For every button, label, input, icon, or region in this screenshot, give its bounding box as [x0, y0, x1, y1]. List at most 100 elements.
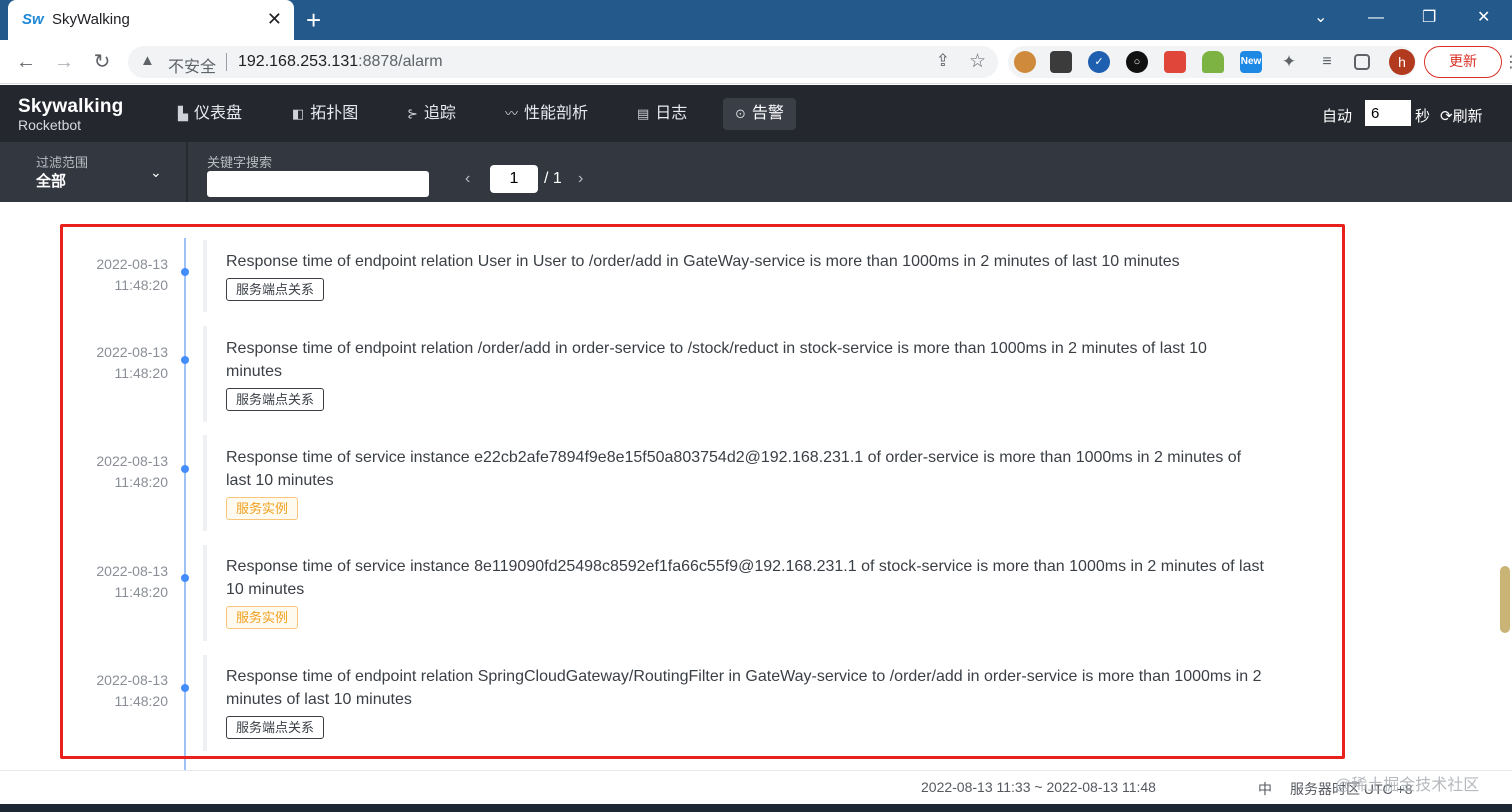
tab-search-icon[interactable]: ⌄: [1314, 8, 1327, 28]
app-footer: 2022-08-13 11:33 ~ 2022-08-13 11:48 中 服务…: [0, 770, 1512, 804]
nav-alarm-label: 告警: [751, 105, 784, 122]
forward-button[interactable]: →: [50, 48, 78, 76]
puzzle-icon[interactable]: ✦: [1278, 51, 1300, 73]
auto-refresh-unit: 秒: [1415, 108, 1431, 125]
logo-subtitle: Rocketbot: [18, 117, 82, 133]
minimize-button[interactable]: —: [1368, 8, 1384, 28]
reload-button[interactable]: ↻: [88, 48, 116, 76]
scope-tag: 服务端点关系: [226, 716, 325, 739]
skywalking-favicon-icon: Sw: [22, 11, 44, 28]
address-bar[interactable]: ▲ 不安全 192.168.253.131:8878/alarm ⇪ ☆: [128, 46, 998, 78]
alarm-message: Response time of service instance e22cb2…: [226, 449, 1242, 489]
alarm-item-bar: [203, 655, 207, 751]
android-icon[interactable]: [1202, 51, 1224, 73]
auto-refresh-label: 自动: [1322, 108, 1353, 125]
alarm-time: 11:48:20: [114, 584, 168, 600]
new-badge-icon[interactable]: New: [1240, 51, 1262, 73]
alarm-date: 2022-08-13: [96, 672, 168, 688]
prev-page-icon[interactable]: ‹: [465, 170, 470, 188]
nav-log-label: 日志: [655, 105, 688, 122]
refresh-label: 刷新: [1452, 108, 1483, 125]
restore-button[interactable]: ❐: [1422, 8, 1436, 28]
alarm-list: 2022-08-13 11:48:20 Response time of endp…: [0, 202, 1512, 771]
logo-title: Skywalking: [18, 96, 124, 117]
nav-profile[interactable]: 〰性能剖析: [493, 98, 600, 130]
alarm-message: Response time of endpoint relation Sprin…: [226, 668, 1262, 708]
alarm-time: 11:48:20: [114, 693, 168, 709]
chevron-down-icon[interactable]: ⌄: [150, 164, 162, 181]
sidepanel-icon[interactable]: [1354, 54, 1370, 70]
share-icon[interactable]: ⇪: [936, 51, 950, 71]
alarm-timestamp: 2022-08-13 11:48:20: [60, 451, 168, 493]
nav-topology-label: 拓扑图: [310, 105, 359, 122]
nav-profile-label: 性能剖析: [524, 105, 589, 122]
url-text[interactable]: 192.168.253.131:8878/alarm: [238, 53, 443, 71]
scrollbar-thumb[interactable]: [1500, 566, 1510, 633]
close-window-button[interactable]: ✕: [1477, 8, 1490, 28]
page-number-input[interactable]: [490, 165, 538, 193]
scope-tag: 服务实例: [226, 497, 299, 520]
cube-icon[interactable]: [1164, 51, 1186, 73]
refresh-button[interactable]: ⟳刷新: [1440, 105, 1483, 126]
alarm-message: Response time of service instance 8e1190…: [226, 558, 1264, 598]
alarm-date: 2022-08-13: [96, 344, 168, 360]
dashboard-icon: ▙: [178, 106, 188, 121]
auto-refresh-interval-input[interactable]: [1365, 100, 1411, 126]
alarm-item-bar: [203, 240, 207, 312]
alarm-timestamp: 2022-08-13 11:48:20: [60, 670, 168, 712]
alarm-time: 11:48:20: [114, 365, 168, 381]
cookie-icon[interactable]: [1014, 51, 1036, 73]
nav-trace-label: 追踪: [423, 105, 456, 122]
profile-avatar[interactable]: h: [1389, 49, 1415, 75]
update-button[interactable]: 更新: [1424, 46, 1502, 78]
time-range[interactable]: 2022-08-13 11:33 ~ 2022-08-13 11:48: [921, 779, 1156, 795]
browser-menu-icon[interactable]: ⋮: [1503, 52, 1512, 72]
alarm-item-bar: [203, 435, 207, 531]
extensions-area: ✓ ○ New ✦ ≡: [1008, 46, 1416, 78]
browser-toolbar: ← → ↻ ▲ 不安全 192.168.253.131:8878/alarm ⇪…: [0, 40, 1512, 84]
url-host: 192.168.253.131: [238, 53, 359, 70]
back-button[interactable]: ←: [12, 48, 40, 76]
check-circle-icon[interactable]: ✓: [1088, 51, 1110, 73]
insecure-label[interactable]: 不安全: [168, 53, 216, 77]
filter-divider: [186, 142, 188, 202]
circle-icon[interactable]: ○: [1126, 51, 1148, 73]
warning-icon[interactable]: ▲: [140, 52, 155, 69]
tab-close-icon[interactable]: ✕: [267, 9, 282, 29]
nav-log[interactable]: ▤ 日志: [625, 98, 699, 130]
topology-icon: ◧: [292, 106, 305, 121]
language-toggle[interactable]: 中: [1258, 779, 1272, 799]
app-navbar: Skywalking Rocketbot ▙ 仪表盘 ◧ 拓扑图 ⊱ 追踪 〰性能剖析…: [0, 85, 1512, 142]
scope-tag: 服务端点关系: [226, 278, 325, 301]
alarm-message: Response time of endpoint relation /orde…: [226, 340, 1207, 380]
trace-icon: ⊱: [407, 106, 418, 121]
omnibox-separator: [226, 53, 227, 71]
alarm-message: Response time of endpoint relation User …: [226, 253, 1180, 270]
playlist-icon[interactable]: ≡: [1316, 51, 1338, 73]
alarm-date: 2022-08-13: [96, 563, 168, 579]
scope-tag: 服务端点关系: [226, 388, 325, 411]
keyword-label: 关键字搜索: [207, 155, 273, 170]
tab-title: SkyWalking: [52, 11, 130, 28]
browser-tab[interactable]: Sw SkyWalking ✕: [8, 0, 294, 40]
log-icon: ▤: [637, 106, 650, 121]
nav-alarm[interactable]: ⊙ 告警: [723, 98, 796, 130]
nav-trace[interactable]: ⊱ 追踪: [395, 98, 468, 130]
nav-topology[interactable]: ◧ 拓扑图: [280, 98, 370, 130]
qr-code-icon[interactable]: [1050, 51, 1072, 73]
skywalking-logo[interactable]: Skywalking Rocketbot: [18, 96, 124, 134]
next-page-icon[interactable]: ›: [578, 170, 583, 188]
nav-dashboard[interactable]: ▙ 仪表盘: [166, 98, 254, 130]
keyword-search-input[interactable]: [207, 171, 429, 197]
new-tab-button[interactable]: +: [306, 6, 321, 34]
bookmark-star-icon[interactable]: ☆: [969, 50, 986, 73]
alarm-date: 2022-08-13: [96, 256, 168, 272]
timeline-dot: [181, 465, 189, 473]
scope-value: 全部: [36, 173, 67, 190]
alarm-item-bar: [203, 545, 207, 641]
alarm-date: 2022-08-13: [96, 453, 168, 469]
scope-tag: 服务实例: [226, 606, 299, 629]
page-total: / 1: [544, 170, 562, 187]
alarm-timestamp: 2022-08-13 11:48:20: [60, 254, 168, 296]
timeline-dot: [181, 356, 189, 364]
